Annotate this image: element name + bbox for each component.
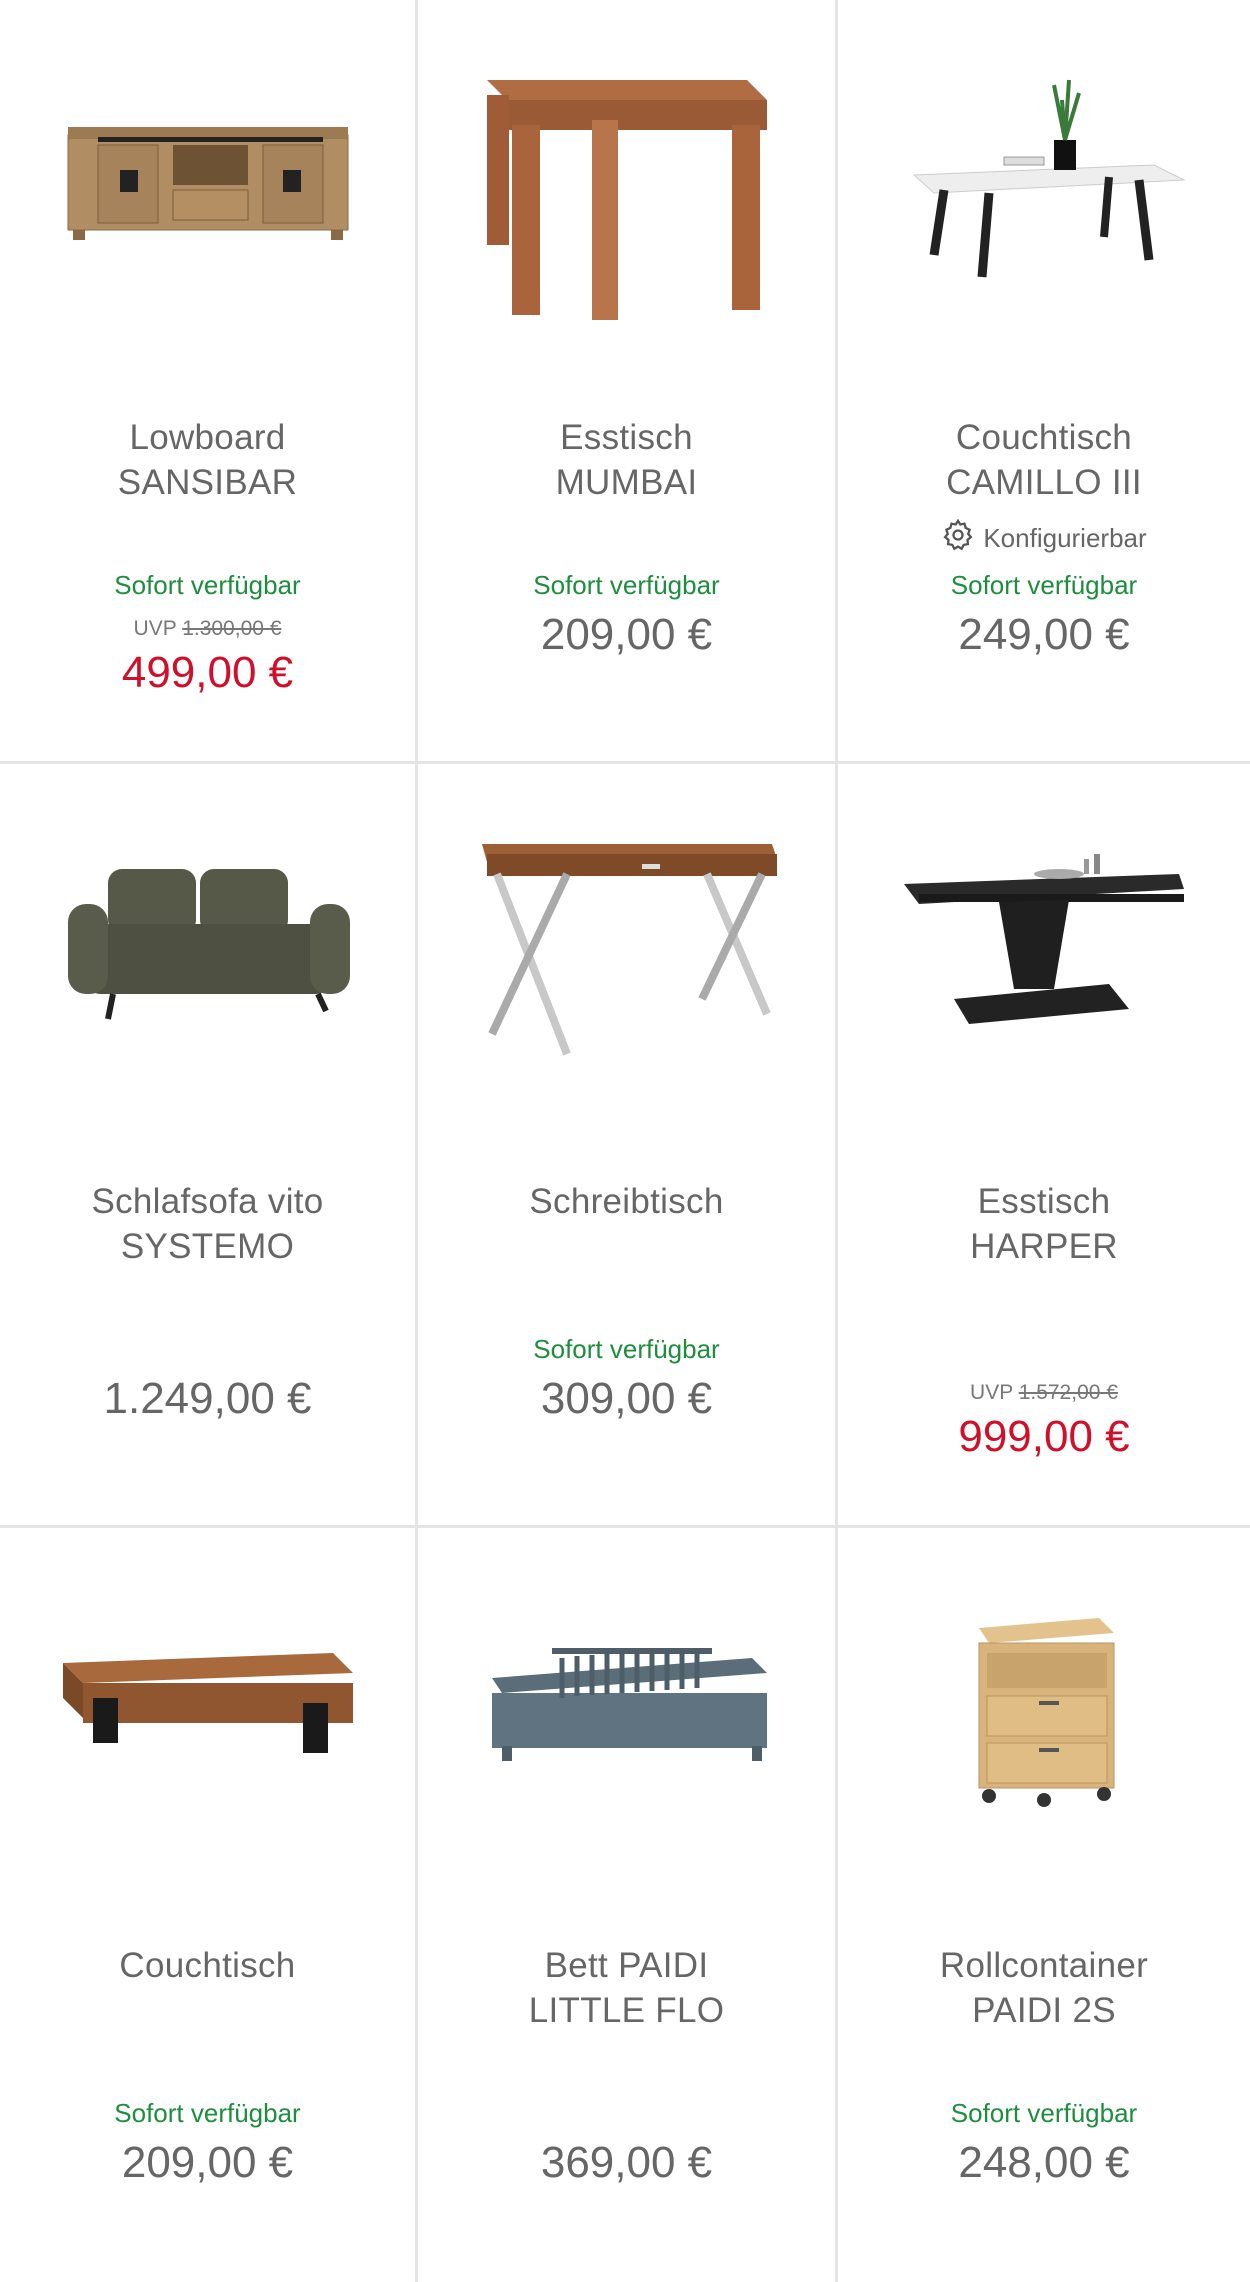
wooden-coffee-table-image[interactable] [0, 1528, 415, 1888]
availability-status: Sofort verfügbar [950, 570, 1138, 600]
product-card[interactable]: Couchtisch Sofort verfügbar 209,00 € [0, 1528, 418, 2282]
product-name[interactable]: Schlafsofa vito SYSTEMO [10, 1179, 405, 1269]
price: 209,00 € [540, 610, 713, 659]
price: 248,00 € [958, 2138, 1130, 2187]
product-name[interactable]: Lowboard SANSIBAR [10, 415, 405, 505]
sale-price: 999,00 € [958, 1412, 1130, 1461]
price: 209,00 € [121, 2138, 294, 2187]
availability-status: Sofort verfügbar [114, 570, 301, 600]
product-card[interactable]: Lowboard SANSIBAR Sofort verfügbar UVP 1.… [0, 0, 418, 764]
extendable-table-image[interactable] [838, 764, 1250, 1124]
product-card[interactable]: Esstisch HARPER UVP 1.572,00 € 999,00 € [838, 764, 1250, 1528]
uvp-price: UVP 1.300,00 € [133, 617, 282, 640]
product-card[interactable]: Rollcontainer PAIDI 2S Sofort verfügbar 2… [838, 1528, 1250, 2282]
availability-status: Sofort verfügbar [950, 2098, 1138, 2128]
price: 1.249,00 € [103, 1374, 312, 1423]
price: 309,00 € [540, 1374, 713, 1423]
desk-image[interactable] [418, 764, 835, 1124]
product-name[interactable]: Couchtisch CAMILLO III [848, 415, 1240, 505]
rolling-cabinet-image[interactable] [838, 1528, 1250, 1888]
availability-status: Sofort verfügbar [533, 570, 720, 600]
product-card[interactable]: Schlafsofa vito SYSTEMO 1.249,00 € [0, 764, 418, 1528]
product-name[interactable]: Bett PAIDI LITTLE FLO [428, 1943, 825, 2033]
configurable-label[interactable]: Konfigurierbar [838, 518, 1250, 559]
product-card[interactable]: Bett PAIDI LITTLE FLO 369,00 € [418, 1528, 838, 2282]
kids-bed-image[interactable] [418, 1528, 835, 1888]
price: 369,00 € [540, 2138, 713, 2187]
price: 249,00 € [958, 610, 1130, 659]
sale-price: 499,00 € [121, 648, 294, 697]
product-name[interactable]: Esstisch MUMBAI [428, 415, 825, 505]
coffee-table-image[interactable] [838, 0, 1250, 360]
uvp-price: UVP 1.572,00 € [970, 1381, 1118, 1404]
product-name[interactable]: Esstisch HARPER [848, 1179, 1240, 1269]
gear-icon [941, 518, 975, 559]
product-card[interactable]: Schreibtisch Sofort verfügbar 309,00 € [418, 764, 838, 1528]
lowboard-image[interactable] [0, 0, 415, 360]
product-card[interactable]: Esstisch MUMBAI Sofort verfügbar 209,00 € [418, 0, 838, 764]
product-grid: Lowboard SANSIBAR Sofort verfügbar UVP 1.… [0, 0, 1250, 2282]
availability-status: Sofort verfügbar [114, 2098, 301, 2128]
product-name[interactable]: Couchtisch [10, 1943, 405, 1988]
product-name[interactable]: Schreibtisch [428, 1179, 825, 1224]
availability-status: Sofort verfügbar [533, 1334, 720, 1364]
dining-table-image[interactable] [418, 0, 835, 360]
product-card[interactable]: Couchtisch CAMILLO III Konfigurierbar Sof… [838, 0, 1250, 764]
sofa-image[interactable] [0, 764, 415, 1124]
product-name[interactable]: Rollcontainer PAIDI 2S [848, 1943, 1240, 2033]
